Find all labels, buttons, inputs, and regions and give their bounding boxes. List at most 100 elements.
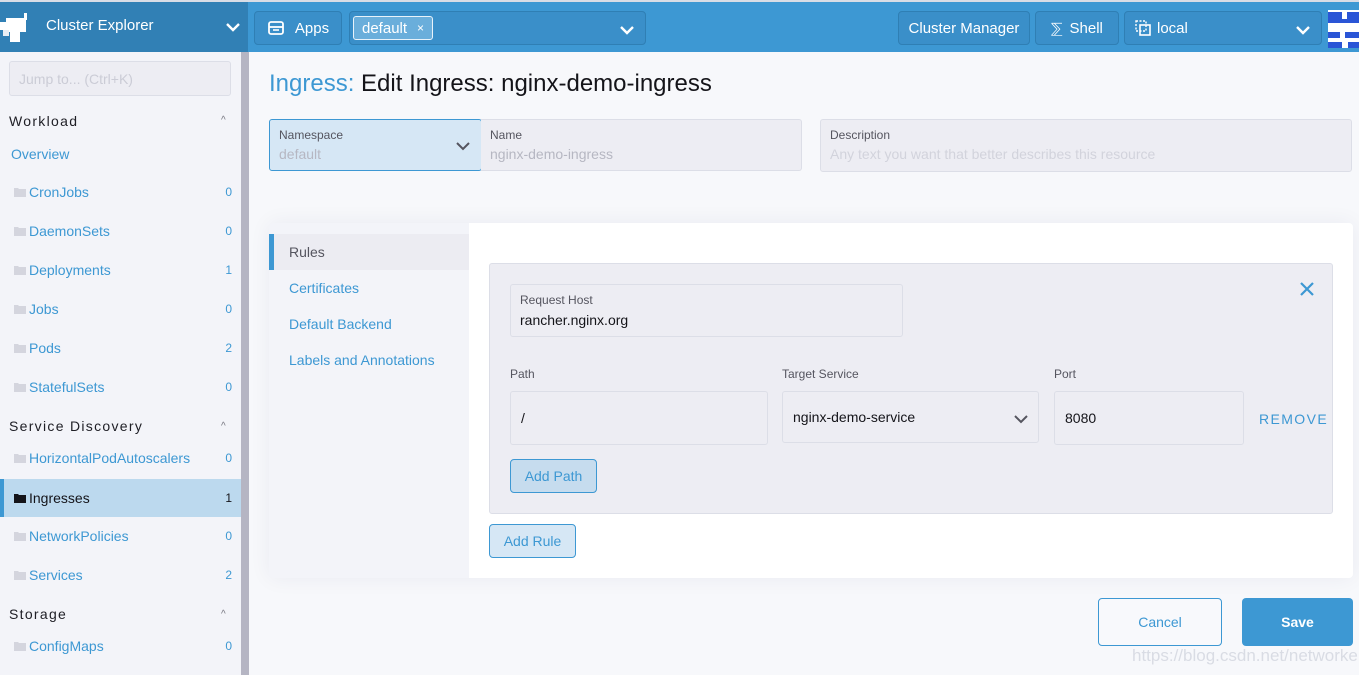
add-path-button[interactable]: Add Path [510,459,597,493]
folder-icon [14,494,26,503]
sidebar-item-jobs[interactable]: Jobs 0 [0,290,241,328]
watermark: https://blog.csdn.net/networken [1132,646,1359,665]
sidebar-item-daemonsets[interactable]: DaemonSets 0 [0,212,241,250]
page-title-text: Edit Ingress: nginx-demo-ingress [361,70,712,97]
shell-button[interactable]: ⅀ Shell [1035,11,1119,45]
nav-label: NetworkPolicies [29,528,129,544]
nav-count: 0 [225,639,232,653]
breadcrumb-ingress[interactable]: Ingress: [269,70,354,97]
chevron-down-icon [226,23,240,32]
sidebar-item-ingresses[interactable]: Ingresses 1 [0,479,241,517]
store-icon [267,21,284,35]
rancher-logo-icon [0,13,27,42]
cluster-icon [1135,20,1151,36]
rules-tab-content: Request Host rancher.nginx.org Path Targ… [469,223,1353,578]
nav-label: DaemonSets [29,223,110,239]
tabbed-panel: Rules Certificates Default Backend Label… [269,223,1353,578]
sidebar-scrollbar[interactable] [241,52,249,675]
chevron-down-icon [620,26,634,35]
path-input[interactable]: / [510,391,768,445]
path-label: Path [510,367,535,381]
sidebar-item-horizontalpodautoscalers[interactable]: HorizontalPodAutoscalers 0 [0,439,241,477]
tab-list: Rules Certificates Default Backend Label… [269,234,469,378]
request-host-field[interactable]: Request Host rancher.nginx.org [510,284,903,337]
collapse-caret-icon[interactable]: ^ [221,115,226,126]
port-label: Port [1054,367,1077,381]
nav-count: 2 [225,568,232,582]
namespace-label: Namespace [279,128,344,142]
tab-certificates[interactable]: Certificates [269,270,469,306]
sidebar-item-pods[interactable]: Pods 2 [0,329,241,367]
nav-label: StatefulSets [29,379,105,395]
target-service-select[interactable]: nginx-demo-service [782,391,1039,443]
port-input[interactable]: 8080 [1054,391,1244,445]
folder-icon [14,642,26,651]
close-icon[interactable] [1300,282,1314,296]
nav-count: 1 [225,263,232,277]
description-field[interactable]: Description Any text you want that bette… [820,119,1352,172]
description-label: Description [830,128,891,142]
nav-label: Deployments [29,262,111,278]
collapse-caret-icon[interactable]: ^ [221,609,226,620]
folder-icon [14,454,26,463]
request-host-value: rancher.nginx.org [520,312,629,328]
tab-rules[interactable]: Rules [269,234,469,270]
page-title: Ingress: Edit Ingress: nginx-demo-ingres… [269,70,712,98]
cancel-button[interactable]: Cancel [1098,598,1222,646]
folder-icon [14,266,26,275]
name-field[interactable]: Name nginx-demo-ingress [481,119,802,171]
chip-remove-icon[interactable]: × [417,21,424,35]
nav-count: 0 [225,451,232,465]
group-title-workload[interactable]: Workload [9,113,78,129]
nav-count: 0 [225,185,232,199]
nav-label: Services [29,567,83,583]
folder-icon [14,383,26,392]
shell-icon: ⅀ [1051,19,1063,36]
sidebar: Workload ^ Overview CronJobs 0 DaemonSet… [0,52,241,675]
target-service-label: Target Service [782,367,859,381]
user-avatar[interactable] [1328,10,1359,48]
apps-button[interactable]: Apps [254,11,342,45]
sidebar-item-services[interactable]: Services 2 [0,556,241,594]
sidebar-item-deployments[interactable]: Deployments 1 [0,251,241,289]
folder-icon [14,571,26,580]
sidebar-item-configmaps[interactable]: ConfigMaps 0 [0,627,241,665]
nav-count: 0 [225,529,232,543]
remove-path-button[interactable]: REMOVE [1259,411,1328,427]
sidebar-item-cronjobs[interactable]: CronJobs 0 [0,173,241,211]
nav-count: 0 [225,302,232,316]
sidebar-item-networkpolicies[interactable]: NetworkPolicies 0 [0,517,241,555]
group-title-storage[interactable]: Storage [9,606,67,622]
tab-labels-annotations[interactable]: Labels and Annotations [269,342,469,378]
folder-icon [14,305,26,314]
cluster-manager-button[interactable]: Cluster Manager [898,11,1030,45]
namespace-value: default [279,146,322,162]
sidebar-item-statefulsets[interactable]: StatefulSets 0 [0,368,241,406]
namespace-filter[interactable]: default × [349,11,646,45]
chevron-down-icon [456,142,470,151]
product-switcher[interactable]: Cluster Explorer [0,2,248,52]
group-title-service-discovery[interactable]: Service Discovery [9,418,143,434]
nav-label: Pods [29,340,61,356]
collapse-caret-icon[interactable]: ^ [221,421,226,432]
product-title: Cluster Explorer [46,17,154,34]
folder-icon [14,532,26,541]
nav-count: 0 [225,224,232,238]
sidebar-item-overview[interactable]: Overview [11,146,69,162]
cluster-selector[interactable]: local [1124,11,1322,45]
nav-count: 1 [225,491,232,505]
target-service-value: nginx-demo-service [793,409,916,425]
nav-label: Jobs [29,301,59,317]
jump-to-input[interactable] [9,61,231,96]
folder-icon [14,227,26,236]
name-value: nginx-demo-ingress [490,146,613,162]
nav-label: ConfigMaps [29,638,104,654]
tab-default-backend[interactable]: Default Backend [269,306,469,342]
add-rule-button[interactable]: Add Rule [489,524,576,558]
nav-count: 2 [225,341,232,355]
save-button[interactable]: Save [1242,598,1353,646]
top-header: Cluster Explorer Apps default × Cluster … [0,0,1359,52]
namespace-select[interactable]: Namespace default [269,119,482,171]
apps-label: Apps [294,19,330,37]
shell-label: Shell [1069,19,1103,37]
